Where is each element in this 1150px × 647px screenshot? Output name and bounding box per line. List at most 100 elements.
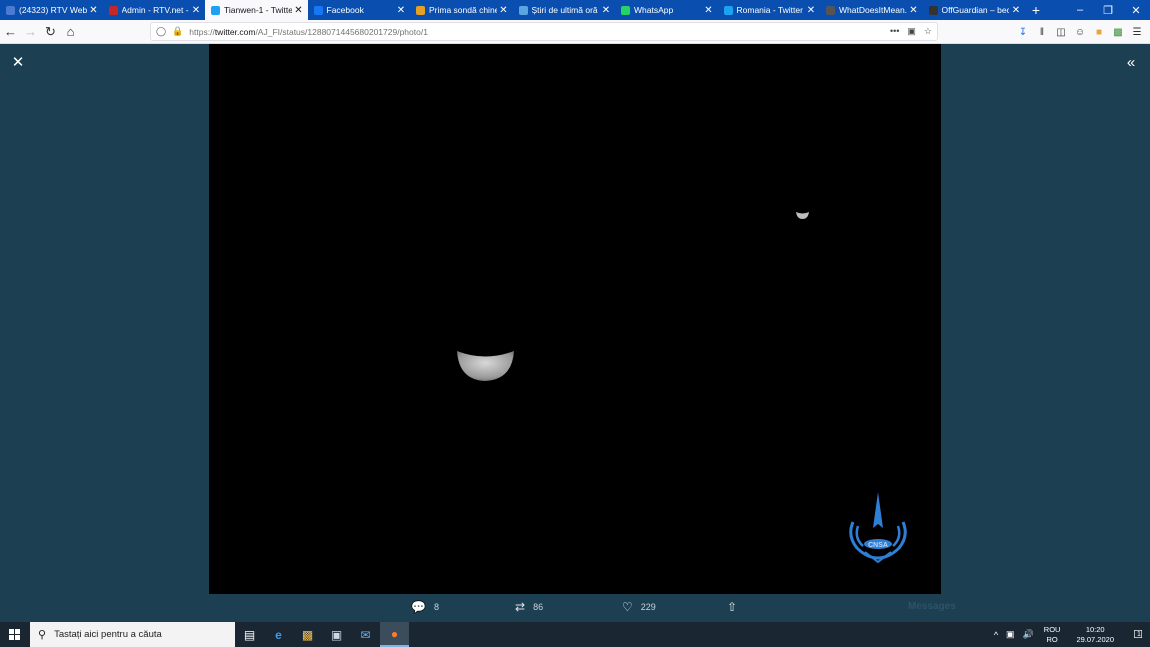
- tab-close-icon[interactable]: ✕: [89, 5, 99, 16]
- lang-code: ROU: [1043, 624, 1061, 634]
- earth-crescent: [457, 351, 514, 381]
- tab-close-icon[interactable]: ✕: [1011, 5, 1021, 16]
- start-button[interactable]: [0, 622, 28, 647]
- tab-list: (24323) RTV Webmai✕Admin - RTV.net -✕Tia…: [0, 0, 1025, 20]
- taskbar-search-input[interactable]: ⚲ Tastați aici pentru a căuta: [30, 622, 235, 647]
- retweet-count: 86: [533, 602, 544, 612]
- browser-tab[interactable]: Prima sondă chinez ✕: [410, 0, 513, 20]
- file-explorer-icon[interactable]: ▩: [293, 622, 322, 647]
- tab-label: Știri de ultimă oră -: [531, 5, 600, 15]
- tab-label: Admin - RTV.net -: [121, 5, 189, 15]
- collapse-panel-button[interactable]: «: [1122, 53, 1140, 71]
- close-viewer-button[interactable]: ✕: [9, 53, 27, 71]
- reload-icon: ↻: [45, 23, 56, 39]
- browser-tab[interactable]: (24323) RTV Webmai✕: [0, 0, 103, 20]
- browser-tab[interactable]: OffGuardian – becau✕: [923, 0, 1026, 20]
- news-icon: [518, 5, 528, 15]
- tab-close-icon[interactable]: ✕: [499, 5, 509, 16]
- extension-icon[interactable]: ■: [1092, 27, 1106, 38]
- tab-close-icon[interactable]: ✕: [704, 5, 714, 16]
- tab-close-icon[interactable]: ✕: [294, 5, 304, 16]
- clock[interactable]: 10:20 29.07.2020: [1076, 625, 1114, 645]
- show-hidden-icons-chevron-icon[interactable]: ^: [994, 630, 998, 640]
- url-text[interactable]: https://twitter.com/AJ_FI/status/1288071…: [189, 27, 428, 37]
- firefox-icon[interactable]: ●: [380, 622, 409, 647]
- tab-label: Tianwen-1 - Twitter S: [224, 5, 292, 15]
- url-host: twitter.com: [214, 26, 256, 37]
- page-actions-menu[interactable]: •••: [890, 26, 899, 37]
- account-icon[interactable]: ☺: [1073, 27, 1087, 38]
- tab-label: WhatDoesItMean.Co: [839, 5, 907, 15]
- volume-icon[interactable]: 🔊: [1023, 629, 1034, 640]
- minimize-button[interactable]: –: [1066, 0, 1094, 20]
- browser-tab[interactable]: Tianwen-1 - Twitter S✕: [205, 0, 308, 20]
- home-button[interactable]: ⌂: [61, 22, 80, 42]
- windows-logo-icon: [8, 629, 20, 640]
- shield-icon[interactable]: ◯: [156, 26, 166, 37]
- close-window-button[interactable]: ✕: [1122, 0, 1150, 20]
- address-bar[interactable]: ◯ 🔒 https://twitter.com/AJ_FI/status/128…: [150, 22, 938, 41]
- reply-icon: 💬: [411, 600, 426, 614]
- sidebar-icon[interactable]: ◫: [1054, 27, 1068, 38]
- browser-tab-bar: (24323) RTV Webmai✕Admin - RTV.net -✕Tia…: [0, 0, 1150, 20]
- browser-tab[interactable]: Romania - Twitter Se✕: [718, 0, 821, 20]
- extension-two-icon[interactable]: ▩: [1111, 27, 1125, 38]
- double-chevron-left-icon: «: [1126, 53, 1136, 71]
- twitter-icon: [211, 5, 220, 15]
- system-tray: ^ ▣ 🔊 ROU RO 10:20 29.07.2020 ☐ 1: [990, 622, 1150, 647]
- tab-close-icon[interactable]: ✕: [909, 5, 919, 16]
- tab-label: Romania - Twitter Se: [736, 5, 805, 15]
- library-icon[interactable]: ‖: [1035, 27, 1049, 38]
- heart-icon: ♡: [622, 600, 633, 614]
- tab-close-icon[interactable]: ✕: [191, 5, 201, 16]
- retweet-button[interactable]: ⇄ 86: [515, 600, 543, 614]
- notification-count: 1: [1136, 631, 1141, 638]
- window-controls: – ❐ ✕: [1066, 0, 1150, 20]
- reload-button[interactable]: ↻: [41, 22, 60, 42]
- facebook-icon: [313, 5, 323, 15]
- like-button[interactable]: ♡ 229: [622, 600, 656, 614]
- whatsapp-icon: [621, 5, 630, 15]
- mail-icon: [6, 5, 15, 15]
- tab-close-icon[interactable]: ✕: [806, 5, 816, 16]
- browser-tab[interactable]: Facebook ✕: [308, 0, 411, 20]
- url-prefix: https://: [189, 26, 215, 37]
- browser-tab[interactable]: Știri de ultimă oră - ✕: [513, 0, 616, 20]
- browser-tab[interactable]: Admin - RTV.net - ✕: [103, 0, 206, 20]
- cnsa-logo-icon: CNSA: [849, 492, 907, 564]
- task-view-icon[interactable]: ▤: [235, 622, 264, 647]
- browser-tab[interactable]: WhatDoesItMean.Co✕: [820, 0, 923, 20]
- back-button[interactable]: ←: [1, 22, 20, 42]
- network-icon[interactable]: ▣: [1006, 629, 1015, 640]
- reply-button[interactable]: 💬 8: [411, 600, 439, 614]
- tab-close-icon[interactable]: ✕: [601, 5, 611, 16]
- share-button[interactable]: ⇧: [727, 600, 745, 614]
- tweet-actions: 💬 8 ⇄ 86 ♡ 229 ⇧: [0, 600, 1150, 618]
- language-indicator[interactable]: ROU RO: [1044, 625, 1061, 645]
- rtv-icon: [108, 5, 118, 15]
- home-icon: ⌂: [66, 24, 75, 39]
- notification-center-button[interactable]: ☐ 1: [1124, 628, 1150, 641]
- edge-icon[interactable]: e: [264, 622, 293, 647]
- browser-tab[interactable]: WhatsApp ✕: [615, 0, 718, 20]
- tab-close-icon[interactable]: ✕: [396, 5, 406, 16]
- wdim-icon: [826, 5, 835, 15]
- tab-label: OffGuardian – becau: [941, 5, 1010, 15]
- search-icon: ⚲: [38, 629, 47, 641]
- new-tab-button[interactable]: +: [1025, 0, 1047, 20]
- back-arrow-icon: ←: [4, 24, 17, 39]
- search-placeholder: Tastați aici pentru a căuta: [54, 629, 162, 640]
- download-icon[interactable]: ↧: [1016, 27, 1030, 38]
- restore-button[interactable]: ❐: [1094, 0, 1122, 20]
- hamburger-menu-icon[interactable]: ☰: [1130, 27, 1144, 38]
- forward-button[interactable]: →: [21, 22, 40, 42]
- pocket-icon[interactable]: ▣: [907, 26, 916, 37]
- store-icon[interactable]: ▣: [322, 622, 351, 647]
- url-path: /AJ_FI/status/1288071445680201729/photo/…: [255, 26, 428, 37]
- lock-icon[interactable]: 🔒: [172, 26, 183, 37]
- tab-label: WhatsApp: [634, 5, 674, 15]
- navigation-bar: ← → ↻ ⌂ ◯ 🔒 https://twitter.com/AJ_FI/st…: [0, 20, 1150, 44]
- mail-app-icon[interactable]: ✉: [351, 622, 380, 647]
- bookmark-star-icon[interactable]: ☆: [924, 26, 932, 37]
- windows-taskbar: ⚲ Tastați aici pentru a căuta ▤ e ▩ ▣ ✉ …: [0, 622, 1150, 647]
